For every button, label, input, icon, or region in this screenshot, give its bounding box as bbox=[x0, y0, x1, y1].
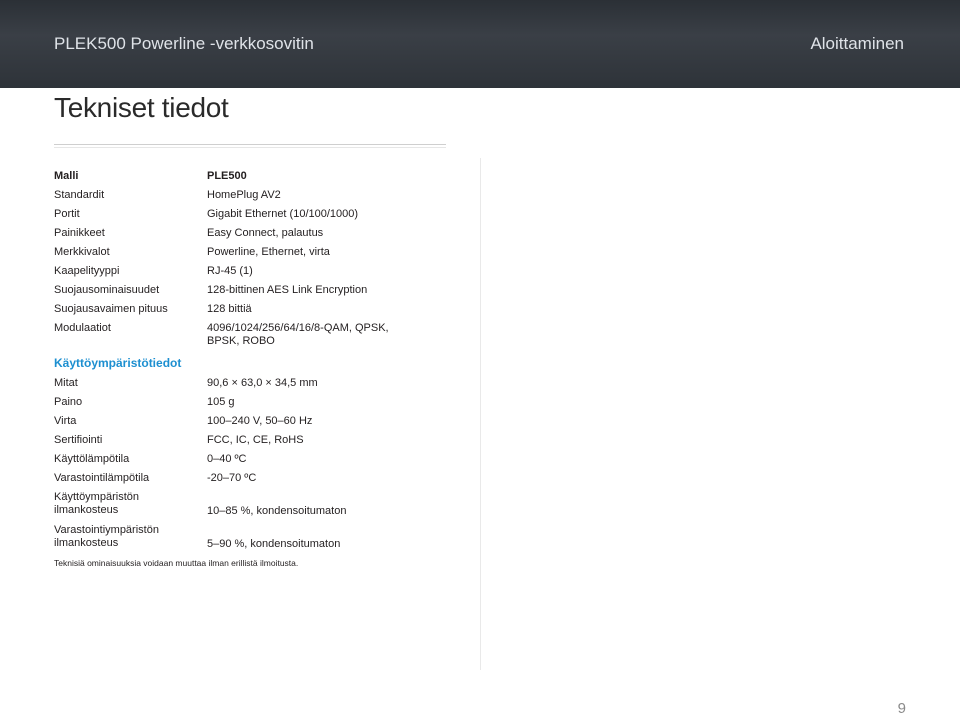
section-name: Aloittaminen bbox=[810, 34, 904, 53]
spec-label: Modulaatiot bbox=[54, 322, 111, 334]
env-label: Käyttölämpötila bbox=[54, 453, 130, 465]
env-value: FCC, IC, CE, RoHS bbox=[207, 434, 304, 446]
env-label: Virta bbox=[54, 415, 77, 427]
env-label: Käyttöympäristön ilmankosteus bbox=[54, 491, 139, 516]
spec-value: 128 bittiä bbox=[207, 303, 252, 315]
env-value: 10–85 %, kondensoitumaton bbox=[207, 505, 347, 517]
env-value: 90,6 × 63,0 × 34,5 mm bbox=[207, 377, 318, 389]
page-header: PLEK500 Powerline -verkkosovitin Aloitta… bbox=[0, 0, 960, 88]
env-value: 5–90 %, kondensoitumaton bbox=[207, 538, 341, 550]
spec-value: Gigabit Ethernet (10/100/1000) bbox=[207, 208, 359, 220]
spec-label: Suojausominaisuudet bbox=[54, 284, 160, 296]
product-name: PLEK500 Powerline -verkkosovitin bbox=[54, 34, 314, 53]
environment-heading: Käyttöympäristötiedot bbox=[54, 356, 182, 370]
spec-label: Merkkivalot bbox=[54, 246, 110, 258]
env-value: 0–40 ºC bbox=[207, 453, 247, 465]
env-label: Varastointiympäristön ilmankosteus bbox=[54, 524, 159, 549]
env-label: Sertifiointi bbox=[54, 434, 103, 446]
spec-label: Malli bbox=[54, 170, 79, 182]
spec-label: Painikkeet bbox=[54, 227, 105, 239]
column-divider bbox=[480, 158, 481, 670]
spec-label: Standardit bbox=[54, 189, 105, 201]
env-label: Varastointilämpötila bbox=[54, 472, 150, 484]
env-label: Mitat bbox=[54, 377, 78, 389]
page-title: Tekniset tiedot bbox=[54, 92, 229, 123]
spec-label: Suojausavaimen pituus bbox=[54, 303, 168, 315]
env-value: 100–240 V, 50–60 Hz bbox=[207, 415, 313, 427]
env-label: Paino bbox=[54, 396, 83, 408]
spec-value: RJ-45 (1) bbox=[207, 265, 253, 277]
title-divider-secondary bbox=[54, 147, 446, 148]
spec-label: Portit bbox=[54, 208, 80, 220]
spec-value: PLE500 bbox=[207, 170, 247, 182]
title-divider bbox=[54, 144, 446, 145]
env-value: -20–70 ºC bbox=[207, 472, 257, 484]
specs-footnote: Teknisiä ominaisuuksia voidaan muuttaa i… bbox=[54, 558, 299, 568]
page-number: 9 bbox=[897, 700, 906, 717]
spec-value: 128-bittinen AES Link Encryption bbox=[207, 284, 368, 296]
env-value: 105 g bbox=[207, 396, 235, 408]
spec-value: Powerline, Ethernet, virta bbox=[207, 246, 330, 258]
spec-value: 4096/1024/256/64/16/8-QAM, QPSK, BPSK, R… bbox=[207, 322, 389, 347]
spec-value: Easy Connect, palautus bbox=[207, 227, 324, 239]
spec-value: HomePlug AV2 bbox=[207, 189, 281, 201]
spec-label: Kaapelityyppi bbox=[54, 265, 120, 277]
